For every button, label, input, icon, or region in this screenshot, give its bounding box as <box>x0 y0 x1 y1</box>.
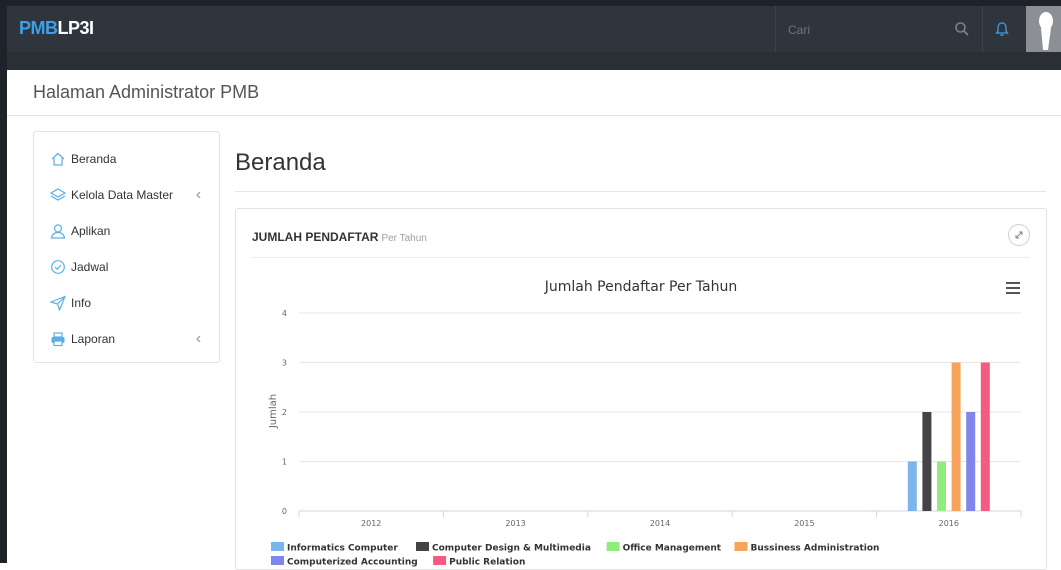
user-icon <box>50 223 66 239</box>
legend-label: Computer Design & Multimedia <box>432 544 591 554</box>
top-navbar: PMBLP3I <box>7 6 1061 52</box>
paper-plane-icon <box>49 295 67 312</box>
sidebar-item-aplikan[interactable]: Aplikan <box>34 213 219 249</box>
avatar[interactable] <box>1026 6 1061 52</box>
bar[interactable] <box>951 362 961 512</box>
legend-swatch <box>416 542 429 551</box>
legend-swatch <box>271 542 284 551</box>
hamburger-menu-icon[interactable] <box>1006 282 1020 294</box>
legend-item[interactable]: Computer Design & Multimedia <box>416 542 591 554</box>
y-axis-label: Jumlah <box>268 394 279 429</box>
legend-item[interactable]: Computerized Accounting <box>271 556 418 568</box>
y-tick-label: 1 <box>282 458 287 467</box>
sidebar-item-label: Beranda <box>71 152 117 166</box>
title-divider <box>235 191 1046 192</box>
logo-part-lp3i: LP3I <box>57 18 95 38</box>
legend-label: Office Management <box>623 544 722 554</box>
check-circle-icon <box>50 259 66 275</box>
search-box <box>775 6 983 52</box>
legend-item[interactable]: Public Relation <box>433 556 525 568</box>
sidebar-item-laporan[interactable]: Laporan <box>34 321 219 357</box>
x-tick-label: 2015 <box>794 519 814 528</box>
bar[interactable] <box>907 461 917 512</box>
y-tick-label: 2 <box>282 408 287 417</box>
sidebar-item-label: Info <box>71 296 92 310</box>
sidebar-item-label: Kelola Data Master <box>71 188 174 202</box>
navbar-underlay <box>7 52 1061 70</box>
legend-swatch <box>271 556 284 565</box>
search-icon[interactable] <box>954 21 970 37</box>
legend-label: Bussiness Administration <box>751 544 880 554</box>
bar[interactable] <box>980 362 990 512</box>
left-frame <box>0 0 7 563</box>
search-input[interactable] <box>786 19 940 41</box>
sidebar-item-info[interactable]: Info <box>34 285 219 321</box>
legend-item[interactable]: Bussiness Administration <box>734 542 880 554</box>
sidebar-item-beranda[interactable]: Beranda <box>34 141 219 177</box>
sidebar: Beranda Kelola Data Master Aplikan Jadwa… <box>33 131 220 363</box>
chevron-left-icon <box>194 331 204 347</box>
x-tick-label: 2012 <box>361 519 381 528</box>
sidebar-item-jadwal[interactable]: Jadwal <box>34 249 219 285</box>
bar[interactable] <box>922 412 932 511</box>
chart-title: Jumlah Pendaftar Per Tahun <box>544 279 737 295</box>
sidebar-item-kelola-data-master[interactable]: Kelola Data Master <box>34 177 219 213</box>
sidebar-item-label: Jadwal <box>71 260 109 274</box>
legend-label: Informatics Computer <box>287 544 398 554</box>
legend-swatch <box>734 542 748 551</box>
y-tick-label: 4 <box>282 309 287 318</box>
page-title: Beranda <box>235 149 326 176</box>
x-tick-label: 2016 <box>939 519 959 528</box>
legend-item[interactable]: Informatics Computer <box>271 542 398 554</box>
layers-icon <box>49 187 67 203</box>
sidebar-item-label: Laporan <box>71 332 116 346</box>
printer-icon <box>50 331 66 347</box>
x-tick-label: 2014 <box>650 519 670 528</box>
legend-swatch <box>606 542 620 551</box>
page-header-title: Halaman Administrator PMB <box>33 82 260 102</box>
home-icon <box>50 151 66 167</box>
chart-panel: JUMLAH PENDAFTAR Per Tahun Jumlah Pendaft… <box>235 208 1047 570</box>
x-tick-label: 2013 <box>505 519 525 528</box>
logo[interactable]: PMBLP3I <box>19 18 94 39</box>
bar-chart: Jumlah Pendaftar Per Tahun Jumlah 01234 … <box>268 279 1022 568</box>
page-header: Halaman Administrator PMB <box>7 70 1061 116</box>
legend-swatch <box>433 556 447 565</box>
main-area: Halaman Administrator PMB Beranda Kelola… <box>7 70 1061 570</box>
sidebar-item-label: Aplikan <box>71 224 111 238</box>
y-tick-label: 0 <box>282 507 287 516</box>
legend-item[interactable]: Office Management <box>606 542 722 554</box>
y-tick-label: 3 <box>282 359 287 368</box>
bar[interactable] <box>966 412 976 511</box>
bar[interactable] <box>937 461 946 512</box>
bell-icon[interactable] <box>993 20 1011 38</box>
logo-part-pmb: PMB <box>19 18 58 38</box>
chevron-left-icon <box>194 187 204 203</box>
